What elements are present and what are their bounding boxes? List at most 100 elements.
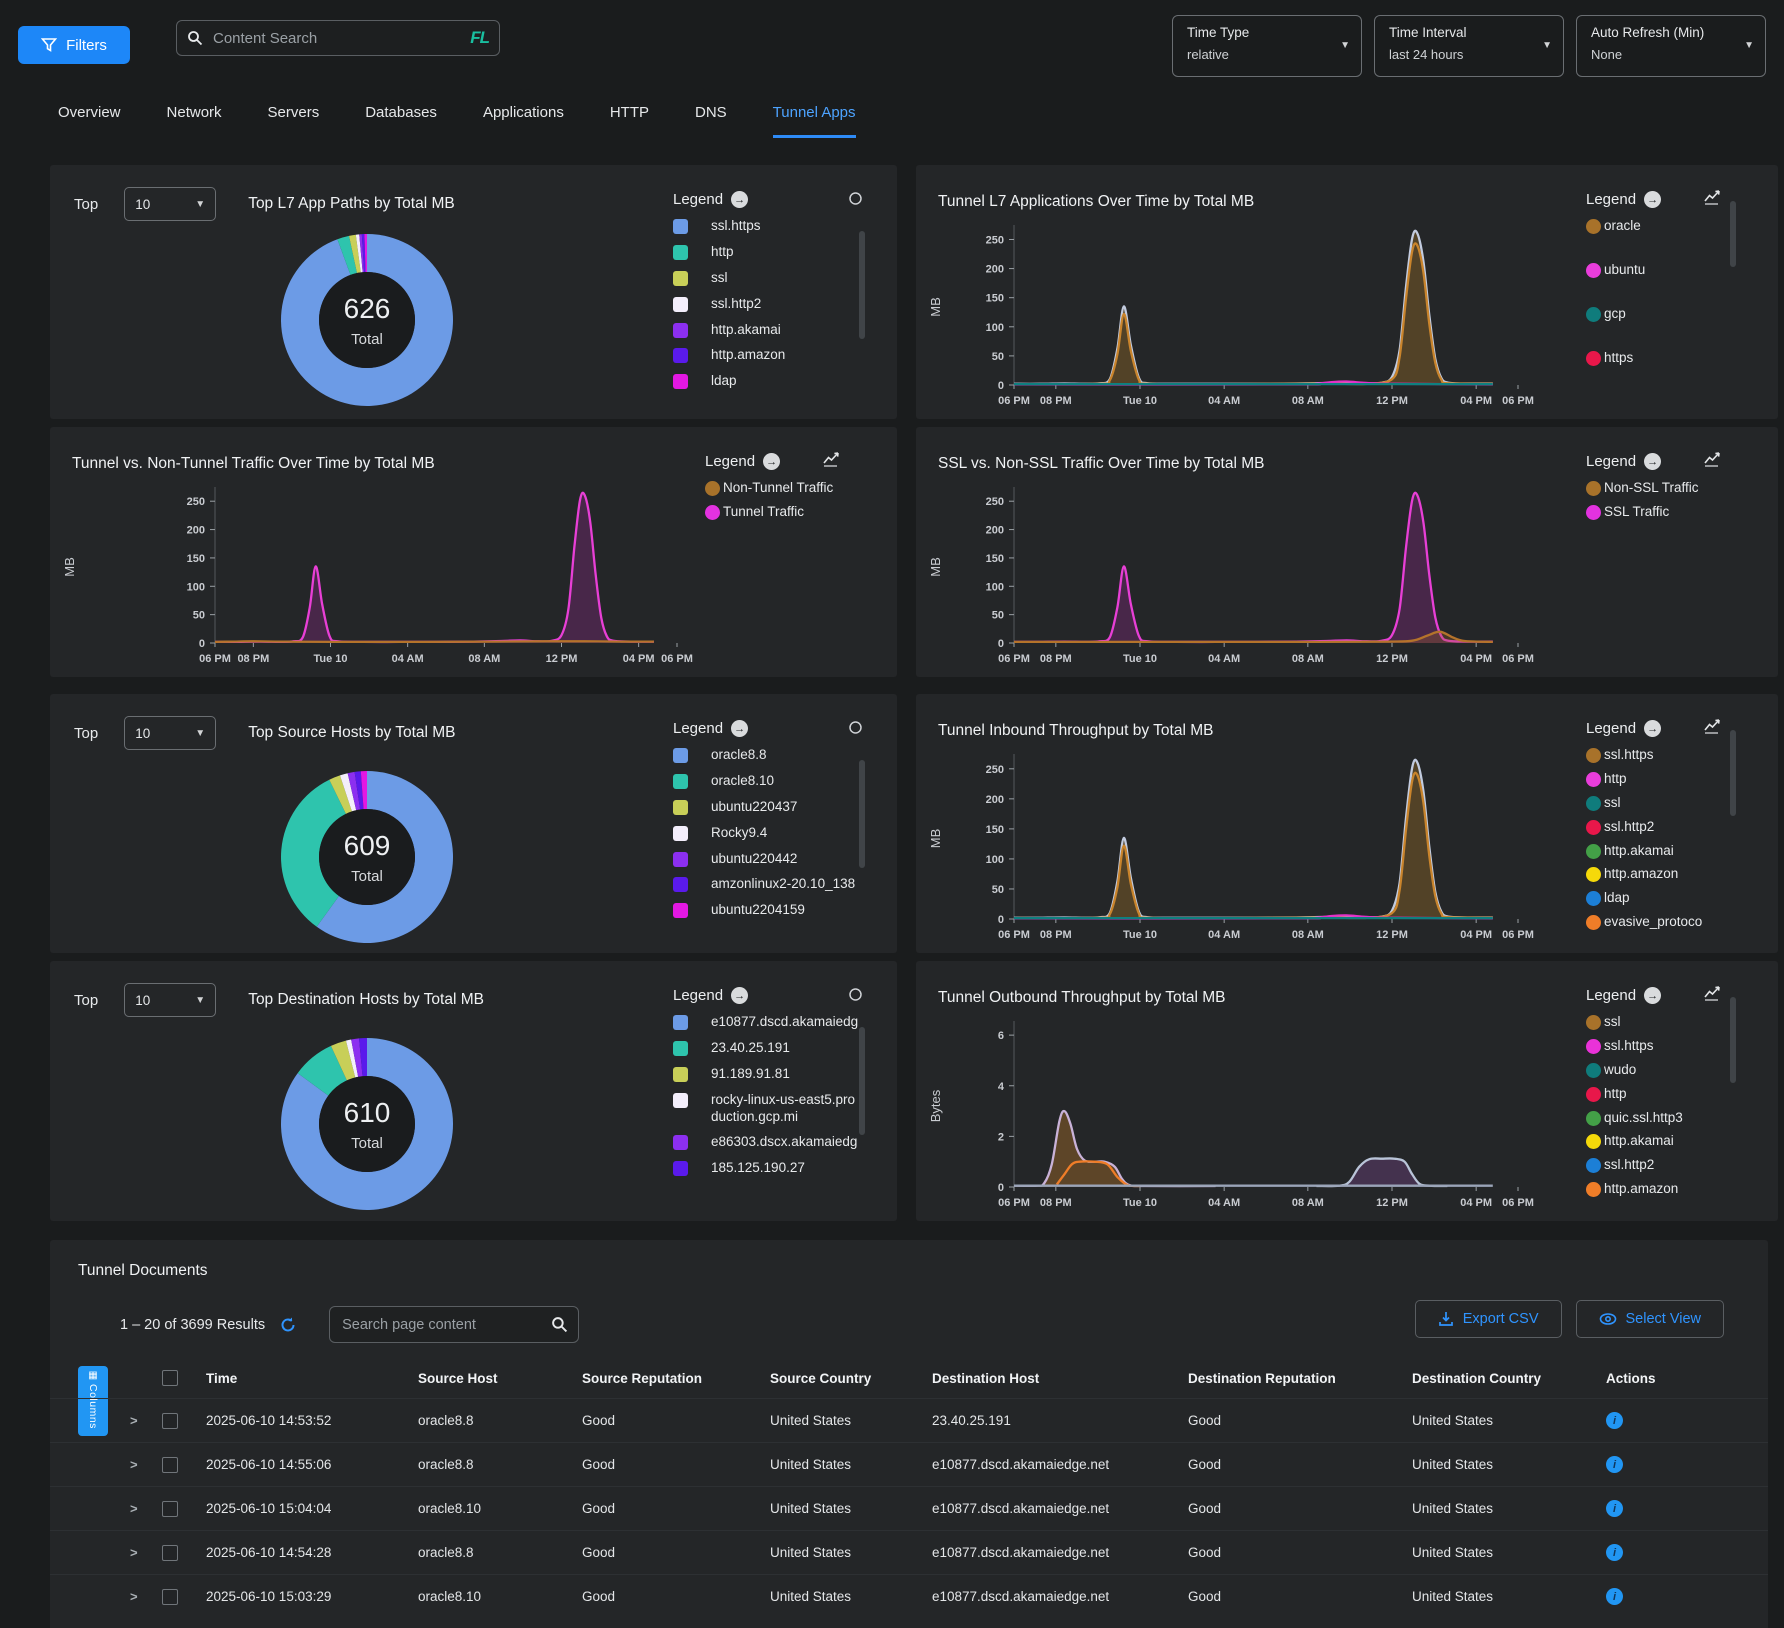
- column-header[interactable]: Destination Reputation: [1188, 1371, 1412, 1386]
- column-header[interactable]: Actions: [1606, 1371, 1768, 1386]
- select-view-button[interactable]: Select View: [1576, 1300, 1725, 1338]
- column-header[interactable]: Source Country: [770, 1371, 932, 1386]
- page-search-input[interactable]: [340, 1316, 551, 1334]
- legend-item[interactable]: ssl.http2: [1586, 1157, 1770, 1174]
- legend-item[interactable]: Tunnel Traffic: [705, 504, 889, 521]
- row-checkbox[interactable]: [162, 1457, 178, 1473]
- time-interval-dropdown[interactable]: Time Interval last 24 hours ▼: [1374, 15, 1564, 77]
- legend-expand-icon[interactable]: →: [763, 453, 780, 470]
- time-type-dropdown[interactable]: Time Type relative ▼: [1172, 15, 1362, 77]
- legend-item[interactable]: wudo: [1586, 1062, 1770, 1079]
- info-icon[interactable]: i: [1606, 1588, 1623, 1605]
- legend-item[interactable]: SSL Traffic: [1586, 504, 1770, 521]
- legend-scrollbar[interactable]: [859, 1027, 865, 1135]
- info-icon[interactable]: i: [1606, 1412, 1623, 1429]
- filters-button[interactable]: Filters: [18, 26, 130, 64]
- legend-item[interactable]: ubuntu220437: [673, 799, 861, 816]
- donut-type-icon[interactable]: [848, 720, 863, 735]
- row-expand-chevron[interactable]: >: [130, 1545, 162, 1560]
- line-type-icon[interactable]: [1704, 718, 1722, 734]
- legend-scrollbar[interactable]: [859, 760, 865, 868]
- tab-databases[interactable]: Databases: [365, 104, 437, 138]
- legend-expand-icon[interactable]: →: [1644, 720, 1661, 737]
- line-type-icon[interactable]: [1704, 451, 1722, 467]
- row-expand-chevron[interactable]: >: [130, 1589, 162, 1604]
- legend-item[interactable]: http.amazon: [1586, 866, 1770, 883]
- legend-expand-icon[interactable]: →: [1644, 987, 1661, 1004]
- row-checkbox[interactable]: [162, 1545, 178, 1561]
- legend-item[interactable]: oracle8.10: [673, 773, 861, 790]
- column-header[interactable]: Source Reputation: [582, 1371, 770, 1386]
- content-search[interactable]: FL: [176, 20, 500, 56]
- row-checkbox[interactable]: [162, 1589, 178, 1605]
- row-expand-chevron[interactable]: >: [130, 1413, 162, 1428]
- tab-servers[interactable]: Servers: [268, 104, 320, 138]
- legend-item[interactable]: http.akamai: [1586, 843, 1770, 860]
- legend-item[interactable]: http: [1586, 771, 1770, 788]
- legend-item[interactable]: ssl.http2: [673, 296, 861, 313]
- row-expand-chevron[interactable]: >: [130, 1501, 162, 1516]
- legend-scrollbar[interactable]: [1730, 201, 1736, 267]
- tab-overview[interactable]: Overview: [58, 104, 121, 138]
- top-n-select[interactable]: 10▼: [124, 716, 216, 750]
- legend-scrollbar[interactable]: [1730, 730, 1736, 816]
- top-n-select[interactable]: 10▼: [124, 983, 216, 1017]
- legend-expand-icon[interactable]: →: [1644, 191, 1661, 208]
- legend-item[interactable]: ssl.https: [673, 218, 861, 235]
- refresh-icon[interactable]: [279, 1316, 297, 1334]
- export-csv-button[interactable]: Export CSV: [1415, 1300, 1562, 1338]
- legend-item[interactable]: ssl: [673, 270, 861, 287]
- tab-network[interactable]: Network: [167, 104, 222, 138]
- tab-http[interactable]: HTTP: [610, 104, 649, 138]
- info-icon[interactable]: i: [1606, 1500, 1623, 1517]
- legend-item[interactable]: amzonlinux2-20.10_138: [673, 876, 861, 893]
- legend-item[interactable]: ubuntu: [1586, 262, 1770, 279]
- select-all-checkbox[interactable]: [162, 1370, 178, 1386]
- column-header[interactable]: Destination Host: [932, 1371, 1188, 1386]
- legend-item[interactable]: ldap: [673, 373, 861, 390]
- legend-item[interactable]: http.akamai: [673, 322, 861, 339]
- line-type-icon[interactable]: [1704, 985, 1722, 1001]
- legend-item[interactable]: https: [1586, 350, 1770, 367]
- legend-item[interactable]: 185.125.190.27: [673, 1160, 861, 1177]
- tab-tunnel-apps[interactable]: Tunnel Apps: [773, 104, 856, 138]
- legend-item[interactable]: ssl: [1586, 1014, 1770, 1031]
- row-expand-chevron[interactable]: >: [130, 1457, 162, 1472]
- legend-item[interactable]: gcp: [1586, 306, 1770, 323]
- legend-item[interactable]: Non-Tunnel Traffic: [705, 480, 889, 497]
- tab-applications[interactable]: Applications: [483, 104, 564, 138]
- legend-item[interactable]: Non-SSL Traffic: [1586, 480, 1770, 497]
- legend-expand-icon[interactable]: →: [731, 987, 748, 1004]
- line-type-icon[interactable]: [1704, 189, 1722, 205]
- legend-item[interactable]: Rocky9.4: [673, 825, 861, 842]
- page-search[interactable]: [329, 1306, 579, 1343]
- legend-item[interactable]: http.akamai: [1586, 1133, 1770, 1150]
- legend-item[interactable]: ubuntu220442: [673, 851, 861, 868]
- legend-expand-icon[interactable]: →: [1644, 453, 1661, 470]
- info-icon[interactable]: i: [1606, 1544, 1623, 1561]
- legend-item[interactable]: e10877.dscd.akamaiedg: [673, 1014, 861, 1031]
- column-header[interactable]: Time: [206, 1371, 418, 1386]
- legend-item[interactable]: ldap: [1586, 890, 1770, 907]
- legend-item[interactable]: ssl: [1586, 795, 1770, 812]
- content-search-input[interactable]: [211, 29, 462, 48]
- top-n-select[interactable]: 10▼: [124, 187, 216, 221]
- legend-item[interactable]: e86303.dscx.akamaiedg: [673, 1134, 861, 1151]
- legend-item[interactable]: evasive_protoco: [1586, 914, 1770, 931]
- legend-item[interactable]: http: [1586, 1086, 1770, 1103]
- tab-dns[interactable]: DNS: [695, 104, 727, 138]
- legend-item[interactable]: 91.189.91.81: [673, 1066, 861, 1083]
- legend-item[interactable]: ubuntu2204159: [673, 902, 861, 919]
- info-icon[interactable]: i: [1606, 1456, 1623, 1473]
- legend-item[interactable]: http: [673, 244, 861, 261]
- legend-item[interactable]: ssl.http2: [1586, 819, 1770, 836]
- legend-item[interactable]: 23.40.25.191: [673, 1040, 861, 1057]
- auto-refresh-dropdown[interactable]: Auto Refresh (Min) None ▼: [1576, 15, 1766, 77]
- legend-item[interactable]: quic.ssl.http3: [1586, 1110, 1770, 1127]
- legend-expand-icon[interactable]: →: [731, 191, 748, 208]
- legend-scrollbar[interactable]: [1730, 997, 1736, 1083]
- legend-item[interactable]: ssl.https: [1586, 747, 1770, 764]
- column-header[interactable]: Source Host: [418, 1371, 582, 1386]
- legend-item[interactable]: http.amazon: [1586, 1181, 1770, 1198]
- row-checkbox[interactable]: [162, 1501, 178, 1517]
